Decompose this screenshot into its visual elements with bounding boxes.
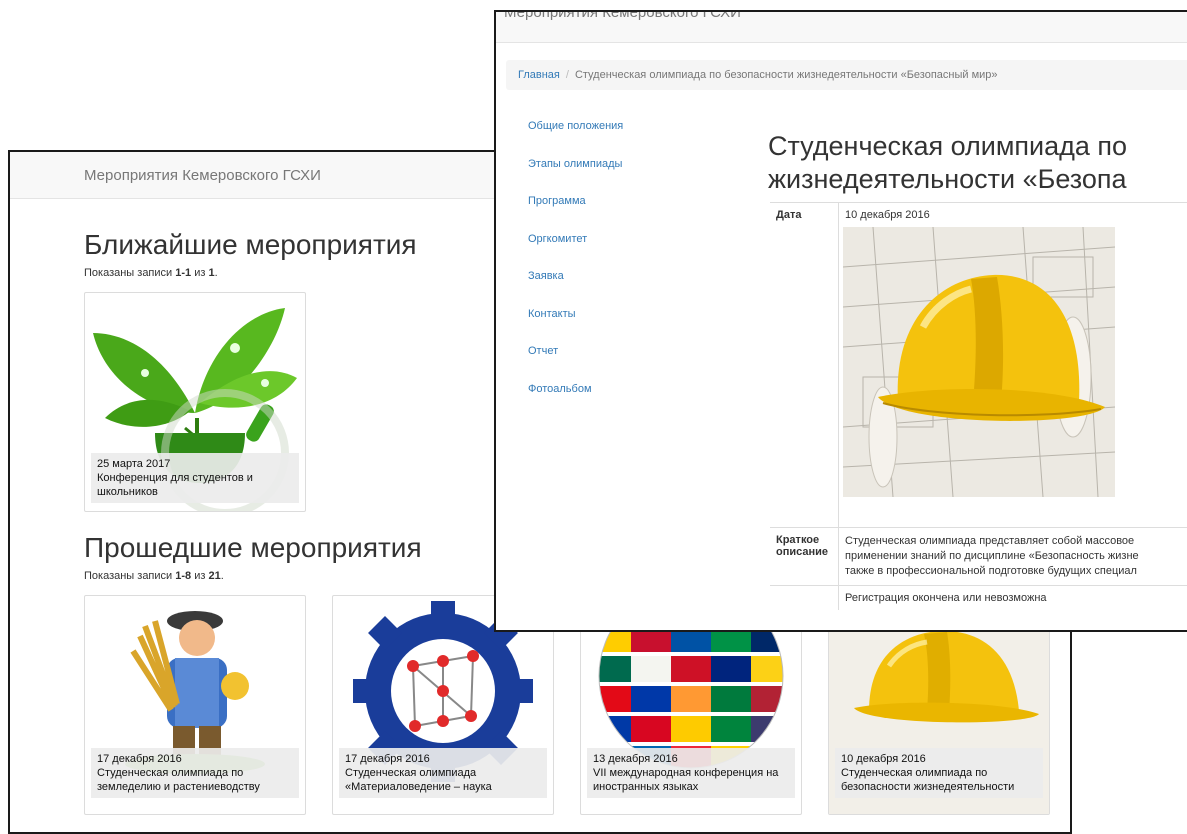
event-title[interactable]: Студенческая олимпиада по безопасности ж…	[841, 766, 1037, 794]
sidenav-item-application[interactable]: Заявка	[528, 270, 623, 308]
event-card-caption: 17 декабря 2016 Студенческая олимпиада п…	[91, 748, 299, 798]
past-summary: Показаны записи 1-8 из 21.	[84, 570, 422, 582]
table-row: Краткое описание Студенческая олимпиада …	[770, 528, 1187, 586]
event-date: 17 декабря 2016	[345, 752, 541, 766]
table-row: Регистрация окончена или невозможна	[770, 586, 1187, 611]
event-title[interactable]: Студенческая олимпиада «Материаловедение…	[345, 766, 541, 794]
event-card-caption: 25 марта 2017 Конференция для студентов …	[91, 453, 299, 503]
description-label: Краткое описание	[770, 528, 839, 586]
breadcrumb: Главная / Студенческая олимпиада по безопа…	[506, 60, 1187, 90]
breadcrumb-current: Студенческая олимпиада по безопасности ж…	[575, 69, 998, 81]
sidenav-item-program[interactable]: Программа	[528, 195, 623, 233]
navbar-brand[interactable]: Мероприятия Кемеровского ГСХИ	[84, 167, 321, 184]
table-row	[770, 227, 1187, 528]
event-detail-window: Мероприятия Кемеровского ГСХИ Главная / Ст…	[494, 10, 1187, 632]
event-date: 10 декабря 2016	[841, 752, 1037, 766]
event-card[interactable]: 17 декабря 2016 Студенческая олимпиада п…	[84, 595, 306, 815]
date-label: Дата	[770, 203, 839, 228]
past-section: Прошедшие мероприятия Показаны записи 1-…	[84, 532, 422, 582]
event-card-caption: 10 декабря 2016 Студенческая олимпиада п…	[835, 748, 1043, 798]
yellow-hardhat-blueprints-image	[843, 227, 1115, 497]
sidenav-item-contacts[interactable]: Контакты	[528, 308, 623, 346]
side-navigation: Общие положения Этапы олимпиады Программ…	[528, 120, 623, 420]
event-date: 17 декабря 2016	[97, 752, 293, 766]
breadcrumb-separator: /	[566, 69, 569, 81]
page-title-line2: жизнедеятельности «Безопа	[768, 163, 1127, 196]
date-value: 10 декабря 2016	[839, 203, 1187, 228]
navbar-brand[interactable]: Мероприятия Кемеровского ГСХИ	[504, 12, 741, 21]
event-card-caption: 13 декабря 2016 VII международная конфер…	[587, 748, 795, 798]
event-date: 25 марта 2017	[97, 457, 293, 471]
sidenav-item-stages[interactable]: Этапы олимпиады	[528, 158, 623, 196]
event-title[interactable]: Студенческая олимпиада по земледелию и р…	[97, 766, 293, 794]
event-date: 13 декабря 2016	[593, 752, 789, 766]
event-card[interactable]: 25 марта 2017 Конференция для студентов …	[84, 292, 306, 512]
table-row: Дата 10 декабря 2016	[770, 203, 1187, 228]
event-title[interactable]: VII международная конференция на иностра…	[593, 766, 789, 794]
description-text: Студенческая олимпиада представляет собо…	[839, 528, 1187, 586]
event-title[interactable]: Конференция для студентов и школьников	[97, 471, 293, 499]
event-card-caption: 17 декабря 2016 Студенческая олимпиада «…	[339, 748, 547, 798]
registration-status: Регистрация окончена или невозможна	[839, 586, 1187, 611]
sidenav-item-report[interactable]: Отчет	[528, 345, 623, 383]
page-title: Студенческая олимпиада по жизнедеятельно…	[768, 130, 1127, 196]
sidenav-item-photoalbum[interactable]: Фотоальбом	[528, 383, 623, 421]
page-title-line1: Студенческая олимпиада по	[768, 130, 1127, 163]
sidenav-item-general[interactable]: Общие положения	[528, 120, 623, 158]
navbar: Мероприятия Кемеровского ГСХИ	[496, 12, 1187, 43]
breadcrumb-home-link[interactable]: Главная	[518, 69, 560, 81]
sidenav-item-committee[interactable]: Оргкомитет	[528, 233, 623, 271]
past-heading: Прошедшие мероприятия	[84, 532, 422, 564]
event-info-table: Дата 10 декабря 2016	[770, 202, 1187, 610]
